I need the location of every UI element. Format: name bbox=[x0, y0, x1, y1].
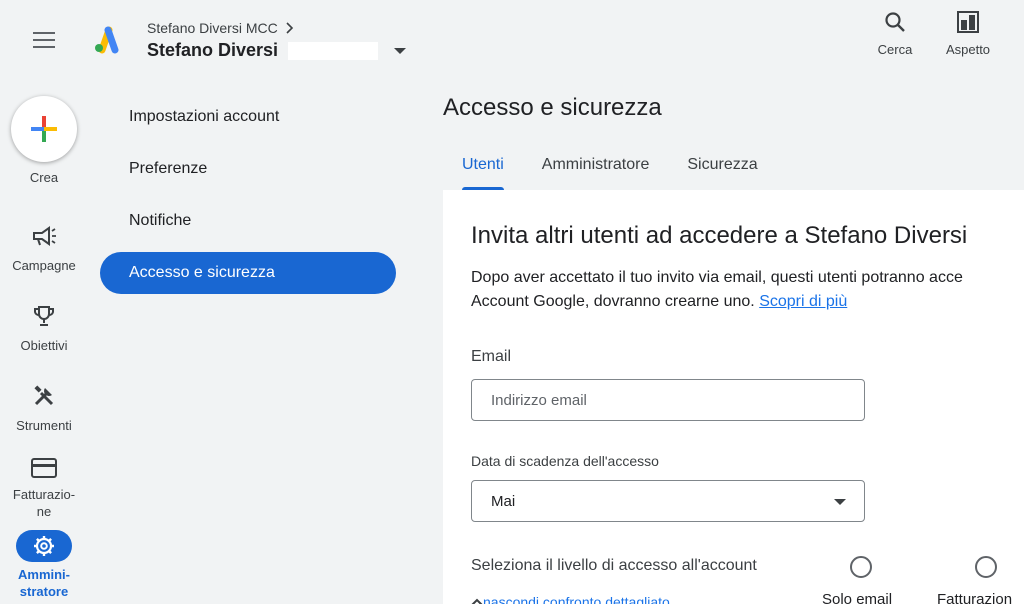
expiry-select[interactable]: Mai bbox=[471, 480, 865, 522]
invite-description: Dopo aver accettato il tuo invito via em… bbox=[471, 266, 1024, 314]
expiry-label: Data di scadenza dell'accesso bbox=[471, 453, 659, 469]
dropdown-arrow-icon bbox=[394, 47, 407, 54]
gear-icon bbox=[34, 536, 54, 556]
rail-item-tools[interactable]: Strumenti bbox=[0, 380, 88, 433]
invite-card: Invita altri utenti ad accedere a Stefan… bbox=[443, 190, 1024, 604]
top-bar: Stefano Diversi MCC Stefano Diversi Cerc… bbox=[0, 0, 1024, 84]
subnav-item-access-security[interactable]: Accesso e sicurezza bbox=[100, 252, 396, 294]
access-level-label: Seleziona il livello di accesso all'acco… bbox=[471, 557, 757, 574]
appearance-button[interactable]: Aspetto bbox=[933, 10, 1003, 66]
appearance-label: Aspetto bbox=[945, 42, 991, 57]
account-switcher[interactable]: Stefano Diversi bbox=[147, 40, 407, 61]
subnav-item-preferences[interactable]: Preferenze bbox=[100, 148, 396, 190]
search-icon bbox=[885, 12, 905, 32]
create-label: Crea bbox=[29, 170, 59, 185]
megaphone-icon bbox=[33, 226, 56, 246]
rail-icon-wrap bbox=[16, 452, 72, 484]
tab-security[interactable]: Sicurezza bbox=[668, 140, 776, 190]
rail-item-billing[interactable]: Fatturazio- ne bbox=[0, 452, 88, 520]
create-fab[interactable] bbox=[11, 96, 77, 162]
tab-manager[interactable]: Amministratore bbox=[523, 140, 669, 190]
chevron-right-icon bbox=[286, 22, 293, 34]
trophy-icon bbox=[34, 306, 54, 326]
email-label: Email bbox=[471, 348, 512, 365]
rail-icon-wrap bbox=[16, 530, 72, 562]
rail-label-tools: Strumenti bbox=[16, 418, 72, 433]
tab-bar: Utenti Amministratore Sicurezza bbox=[443, 140, 777, 190]
radio-email-only[interactable] bbox=[850, 556, 872, 578]
rail-icon-wrap bbox=[16, 220, 72, 252]
compare-details-link[interactable]: nascondi confronto dettagliato bbox=[483, 594, 670, 604]
page-title: Accesso e sicurezza bbox=[443, 94, 662, 121]
plus-icon bbox=[31, 116, 57, 142]
parent-account-breadcrumb[interactable]: Stefano Diversi MCC bbox=[147, 20, 294, 36]
admin-subnav: Impostazioni account Preferenze Notifich… bbox=[100, 96, 396, 304]
tab-users[interactable]: Utenti bbox=[443, 140, 523, 190]
rail-label-goals: Obiettivi bbox=[20, 338, 68, 353]
account-id-redacted bbox=[288, 41, 379, 60]
search-label: Cerca bbox=[877, 42, 913, 57]
appearance-icon bbox=[957, 11, 979, 33]
parent-account-name: Stefano Diversi MCC bbox=[147, 20, 278, 36]
invite-description-line1: Dopo aver accettato il tuo invito via em… bbox=[471, 269, 963, 286]
invite-description-line2: Account Google, dovranno crearne uno. Sc… bbox=[471, 290, 1024, 314]
account-name: Stefano Diversi bbox=[147, 40, 279, 60]
invite-description-line2-text: Account Google, dovranno crearne uno. bbox=[471, 293, 755, 310]
subnav-item-notifications[interactable]: Notifiche bbox=[100, 200, 396, 242]
rail-icon-wrap bbox=[16, 380, 72, 412]
rail-icon-wrap bbox=[16, 300, 72, 332]
rail-label-campaigns: Campagne bbox=[12, 258, 76, 273]
menu-icon[interactable] bbox=[26, 22, 62, 58]
expiry-selected-value: Mai bbox=[491, 492, 516, 510]
create-button[interactable]: Crea bbox=[0, 96, 88, 185]
email-input[interactable] bbox=[471, 379, 865, 421]
credit-card-icon bbox=[31, 458, 57, 478]
radio-label-email-only: Solo email bbox=[822, 591, 893, 604]
subnav-item-account-settings[interactable]: Impostazioni account bbox=[100, 96, 396, 138]
radio-label-billing: Fatturazion bbox=[937, 591, 1013, 604]
invite-title: Invita altri utenti ad accedere a Stefan… bbox=[471, 222, 968, 249]
google-ads-logo[interactable] bbox=[92, 24, 122, 54]
dropdown-arrow-icon bbox=[834, 499, 846, 505]
rail-item-campaigns[interactable]: Campagne bbox=[0, 220, 88, 273]
search-button[interactable]: Cerca bbox=[860, 10, 930, 66]
learn-more-link[interactable]: Scopri di più bbox=[759, 293, 847, 310]
rail-item-admin[interactable]: Ammini- stratore bbox=[0, 530, 88, 600]
radio-billing[interactable] bbox=[975, 556, 997, 578]
tools-icon bbox=[34, 385, 54, 406]
chevron-up-icon[interactable] bbox=[471, 598, 483, 604]
rail-label-admin: Ammini- stratore bbox=[18, 567, 70, 599]
rail-label-billing: Fatturazio- ne bbox=[12, 487, 76, 519]
rail-item-goals[interactable]: Obiettivi bbox=[0, 300, 88, 353]
